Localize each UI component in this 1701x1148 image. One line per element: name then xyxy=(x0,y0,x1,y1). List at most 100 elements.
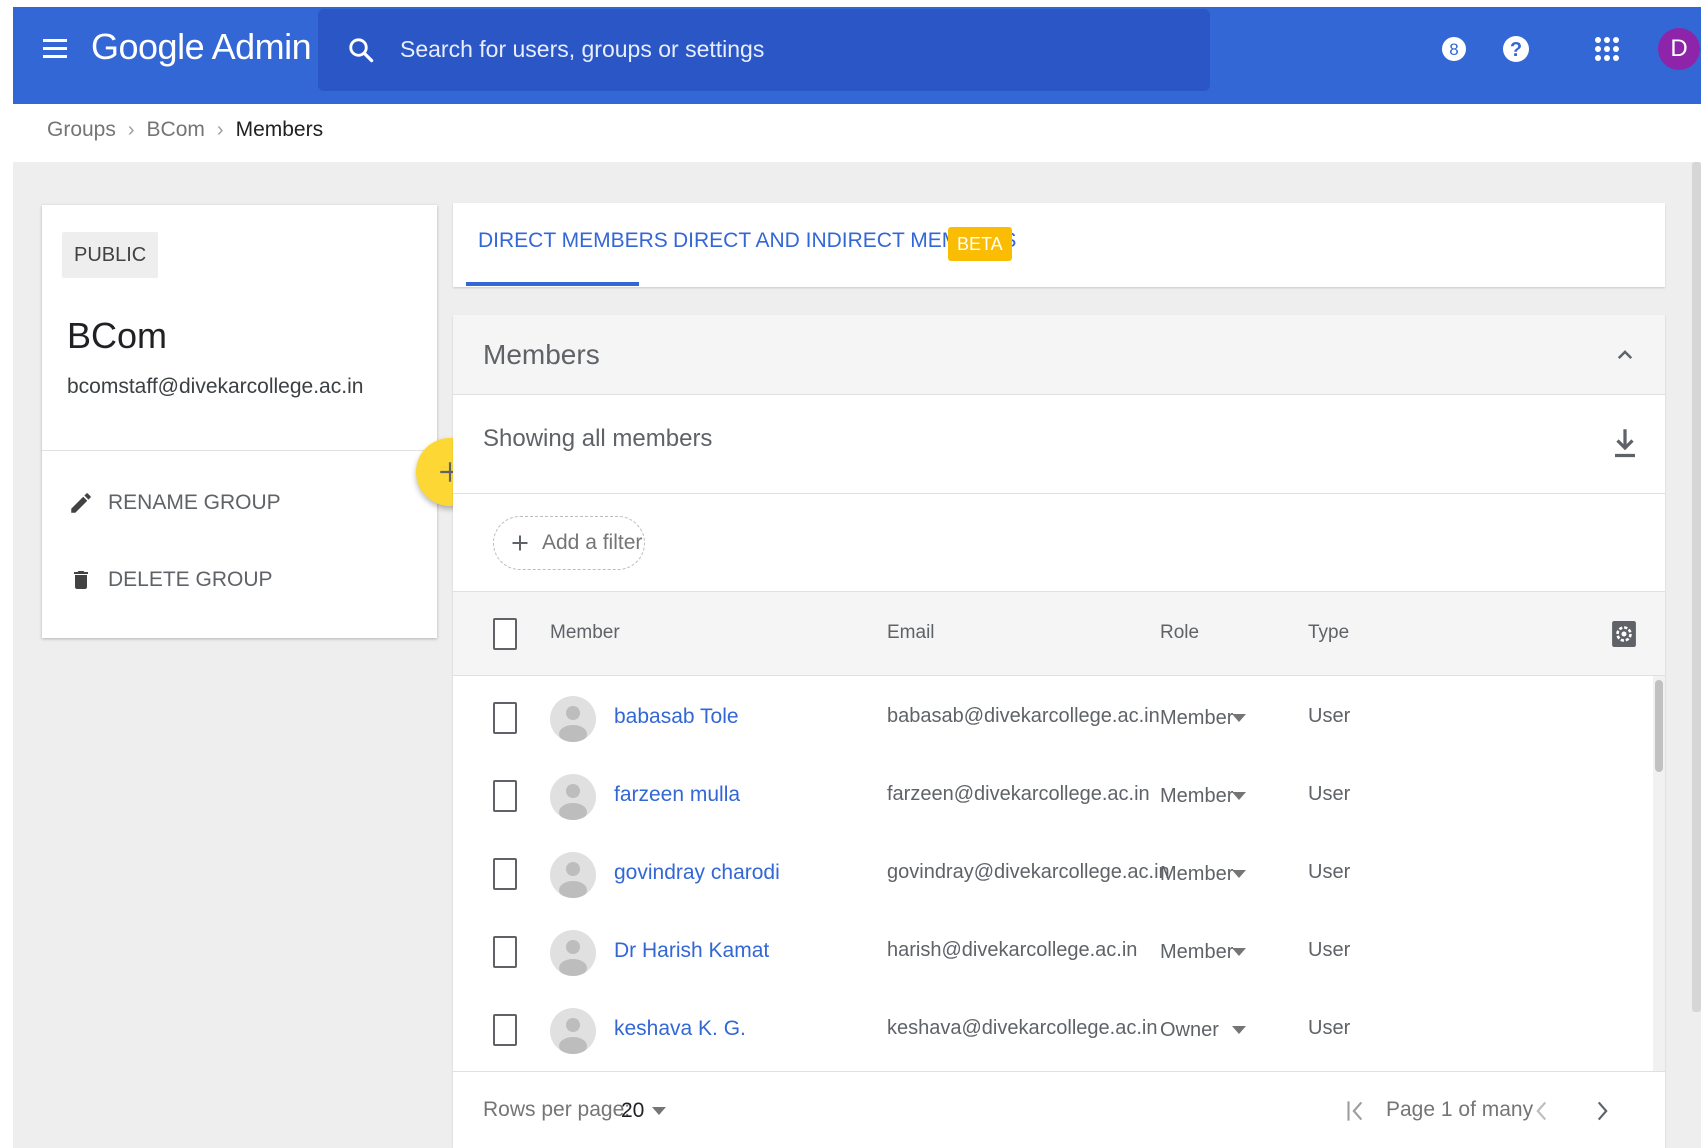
table-scrollbar[interactable] xyxy=(1653,676,1665,1071)
member-type: User xyxy=(1308,939,1351,961)
help-icon[interactable]: ? xyxy=(1500,33,1532,65)
beta-badge: BETA xyxy=(948,227,1012,261)
caret-down-icon xyxy=(1232,792,1246,800)
divider xyxy=(42,450,437,451)
previous-page-icon[interactable] xyxy=(1528,1096,1554,1126)
notifications-badge-icon[interactable]: 8 xyxy=(1438,33,1470,65)
breadcrumb: Groups › BCom › Members xyxy=(47,118,323,142)
hamburger-menu-icon[interactable] xyxy=(43,37,69,59)
person-icon xyxy=(559,1018,587,1054)
avatar xyxy=(550,930,596,976)
search-icon[interactable] xyxy=(346,35,376,65)
member-name-link[interactable]: farzeen mulla xyxy=(614,783,740,807)
next-page-icon[interactable] xyxy=(1590,1096,1616,1126)
table-row[interactable]: keshava K. G. keshava@divekarcollege.ac.… xyxy=(453,988,1653,1071)
first-page-icon[interactable] xyxy=(1343,1096,1369,1126)
column-header-email[interactable]: Email xyxy=(887,622,935,644)
rows-per-page-value: 20 xyxy=(621,1099,645,1122)
google-admin-logo[interactable]: Google Admin xyxy=(91,26,312,68)
role-dropdown[interactable]: Member xyxy=(1160,698,1246,738)
add-filter-button[interactable]: Add a filter xyxy=(493,516,645,570)
member-type: User xyxy=(1308,705,1351,727)
members-header[interactable]: Members xyxy=(453,315,1665,395)
row-checkbox[interactable] xyxy=(493,858,517,890)
caret-down-icon xyxy=(1232,1026,1246,1034)
page-scrollbar[interactable] xyxy=(1692,162,1701,1012)
role-dropdown[interactable]: Owner xyxy=(1160,1010,1246,1050)
row-checkbox[interactable] xyxy=(493,936,517,968)
table-row[interactable]: govindray charodi govindray@divekarcolle… xyxy=(453,832,1653,917)
avatar xyxy=(550,774,596,820)
avatar xyxy=(550,696,596,742)
top-app-bar: Google Admin 8 ? D xyxy=(13,7,1701,104)
column-header-type[interactable]: Type xyxy=(1308,622,1349,644)
rename-group-label: RENAME GROUP xyxy=(108,491,281,514)
search-box[interactable] xyxy=(318,9,1210,91)
row-checkbox[interactable] xyxy=(493,702,517,734)
account-avatar[interactable]: D xyxy=(1658,28,1700,70)
caret-down-icon xyxy=(652,1107,667,1115)
active-tab-indicator xyxy=(466,282,639,286)
table-row[interactable]: babasab Tole babasab@divekarcollege.ac.i… xyxy=(453,676,1653,761)
caret-down-icon xyxy=(1232,714,1246,722)
members-table-header: Member Email Role Type xyxy=(453,592,1665,676)
column-header-role[interactable]: Role xyxy=(1160,622,1199,644)
avatar xyxy=(550,852,596,898)
member-name-link[interactable]: govindray charodi xyxy=(614,861,780,885)
role-dropdown[interactable]: Member xyxy=(1160,776,1246,816)
select-all-checkbox[interactable] xyxy=(493,618,517,650)
member-type: User xyxy=(1308,1017,1351,1039)
chevron-up-icon[interactable] xyxy=(1610,340,1640,370)
pagination-footer: Rows per page: 20 Page 1 of many xyxy=(453,1071,1665,1148)
caret-down-icon xyxy=(1232,870,1246,878)
trash-icon xyxy=(66,564,96,596)
member-email: farzeen@divekarcollege.ac.in xyxy=(887,783,1150,805)
role-value: Owner xyxy=(1160,1018,1219,1041)
svg-text:?: ? xyxy=(1510,39,1522,61)
row-checkbox[interactable] xyxy=(493,1014,517,1046)
download-icon[interactable] xyxy=(1610,425,1640,461)
role-dropdown[interactable]: Member xyxy=(1160,932,1246,972)
members-tabs: DIRECT MEMBERS DIRECT AND INDIRECT MEMBE… xyxy=(453,203,1665,287)
member-name-link[interactable]: babasab Tole xyxy=(614,705,739,729)
members-title: Members xyxy=(483,339,600,370)
delete-group-label: DELETE GROUP xyxy=(108,568,273,591)
filter-row: Add a filter xyxy=(453,494,1665,592)
person-icon xyxy=(559,784,587,820)
notifications-count: 8 xyxy=(1449,40,1458,59)
apps-grid-icon[interactable] xyxy=(1591,33,1623,65)
role-value: Member xyxy=(1160,784,1234,807)
members-card: Members Showing all members Add a filter… xyxy=(453,315,1665,1148)
breadcrumb-groups[interactable]: Groups xyxy=(47,118,116,142)
role-value: Member xyxy=(1160,940,1234,963)
column-settings-icon[interactable] xyxy=(1611,618,1637,650)
add-filter-label: Add a filter xyxy=(542,531,643,554)
column-header-member[interactable]: Member xyxy=(550,622,620,644)
group-info-card: PUBLIC BCom bcomstaff@divekarcollege.ac.… xyxy=(42,205,437,638)
member-name-link[interactable]: keshava K. G. xyxy=(614,1017,746,1041)
delete-group-button[interactable]: DELETE GROUP xyxy=(66,560,273,600)
member-name-link[interactable]: Dr Harish Kamat xyxy=(614,939,769,963)
breadcrumb-bcom[interactable]: BCom xyxy=(147,118,205,142)
showing-all-members-text: Showing all members xyxy=(483,425,713,452)
members-summary-row: Showing all members xyxy=(453,395,1665,494)
avatar xyxy=(550,1008,596,1054)
rename-group-button[interactable]: RENAME GROUP xyxy=(66,483,281,523)
group-name: BCom xyxy=(67,315,168,356)
search-input[interactable] xyxy=(400,31,1180,67)
person-icon xyxy=(559,940,587,976)
rows-per-page-select[interactable]: 20 xyxy=(621,1094,667,1128)
rows-per-page-label: Rows per page: xyxy=(483,1098,631,1121)
table-row[interactable]: farzeen mulla farzeen@divekarcollege.ac.… xyxy=(453,754,1653,839)
members-table-body: babasab Tole babasab@divekarcollege.ac.i… xyxy=(453,676,1653,1071)
table-scrollbar-thumb[interactable] xyxy=(1655,680,1663,772)
chevron-right-icon: › xyxy=(216,118,224,141)
plus-icon xyxy=(512,535,528,551)
row-checkbox[interactable] xyxy=(493,780,517,812)
role-dropdown[interactable]: Member xyxy=(1160,854,1246,894)
caret-down-icon xyxy=(1232,948,1246,956)
tab-direct-members[interactable]: DIRECT MEMBERS xyxy=(478,229,668,253)
member-email: govindray@divekarcollege.ac.in xyxy=(887,861,1170,883)
member-type: User xyxy=(1308,861,1351,883)
table-row[interactable]: Dr Harish Kamat harish@divekarcollege.ac… xyxy=(453,910,1653,995)
